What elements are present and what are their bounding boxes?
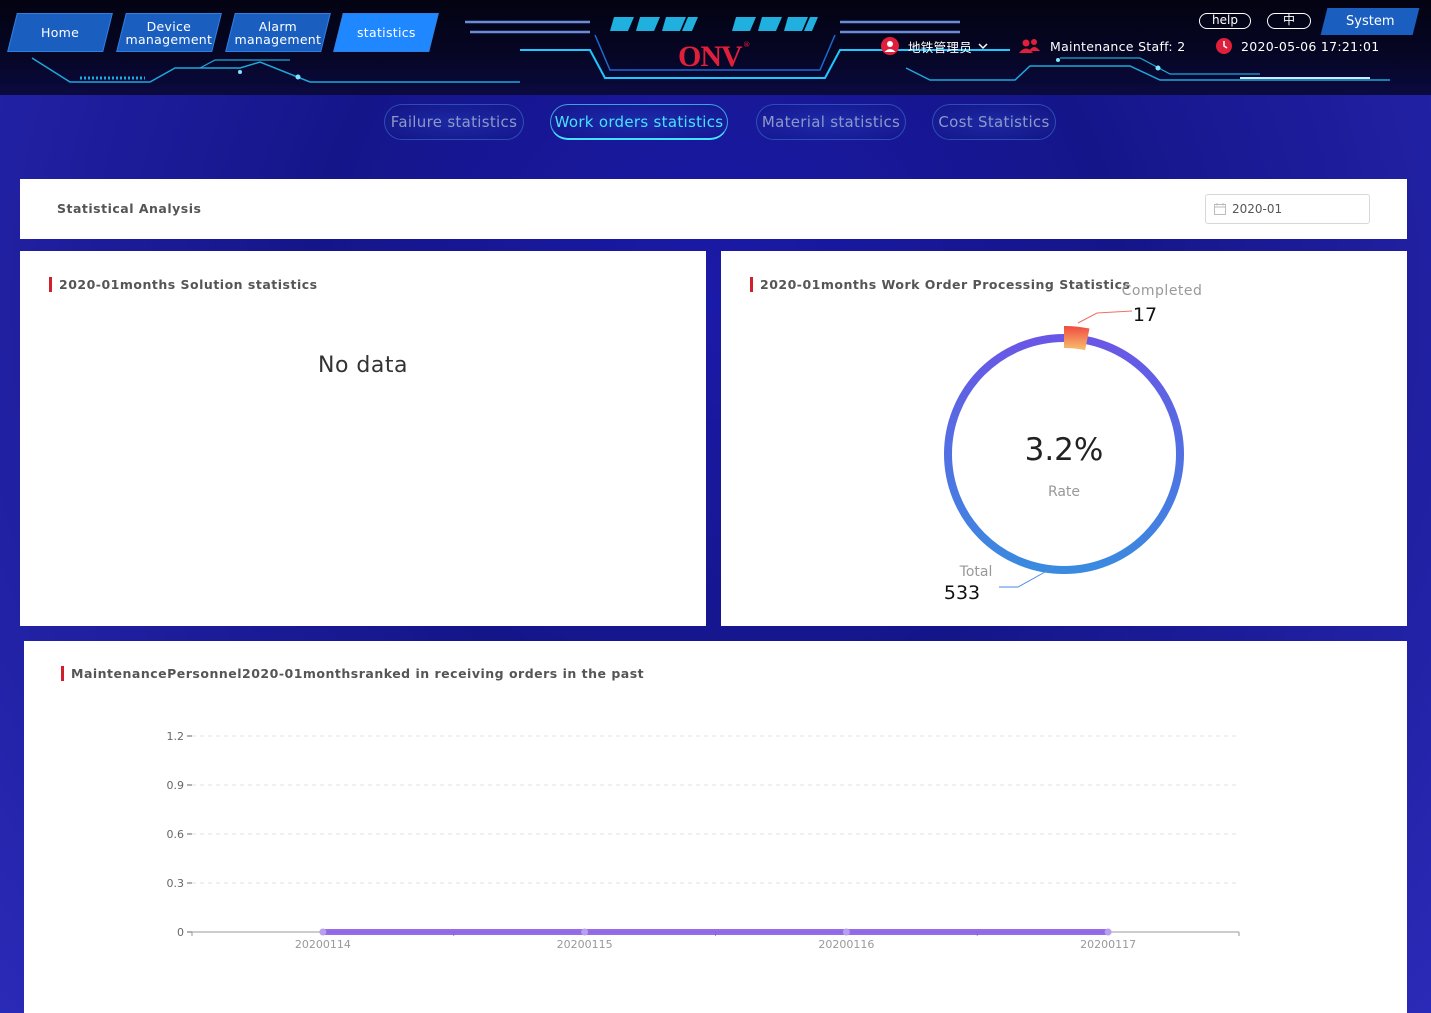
total-label: Total	[959, 564, 993, 580]
nav-tab-label: Device management	[125, 18, 213, 47]
nav-tab-alarm-management[interactable]: Alarm management	[225, 13, 331, 52]
data-point[interactable]	[319, 928, 327, 936]
staff-count: Maintenance Staff: 2	[1050, 38, 1186, 54]
data-point[interactable]	[581, 928, 589, 936]
user-icon	[881, 37, 899, 55]
x-tick-label: 20200117	[1080, 938, 1136, 951]
solution-statistics-panel: 2020-01months Solution statistics No dat…	[20, 251, 706, 626]
subtab-label: Cost Statistics	[938, 113, 1050, 131]
personnel-ranking-panel: MaintenancePersonnel2020-01monthsranked …	[24, 641, 1407, 1013]
subtab-label: Failure statistics	[390, 113, 518, 131]
datetime-display: 2020-05-06 17:21:01	[1215, 37, 1379, 55]
x-tick-label: 20200114	[295, 938, 351, 951]
system-button[interactable]: System	[1320, 8, 1420, 35]
x-tick-label: 20200116	[818, 938, 874, 951]
nav-tab-label: Home	[40, 25, 80, 40]
slice-completed	[1064, 326, 1090, 351]
y-tick-label: 1.2	[167, 730, 185, 743]
panel-title: 2020-01months Solution statistics	[49, 277, 318, 292]
chevron-down-icon	[978, 43, 988, 50]
subtab-work-orders-statistics[interactable]: Work orders statistics	[550, 104, 728, 140]
language-button[interactable]: 中	[1267, 13, 1311, 29]
subtab-cost-statistics[interactable]: Cost Statistics	[932, 104, 1056, 140]
staff-icon	[1019, 39, 1040, 53]
nav-tab-label: Alarm management	[234, 18, 322, 47]
help-button[interactable]: help	[1199, 13, 1251, 29]
rate-label: Rate	[1048, 484, 1080, 500]
y-tick-label: 0.9	[167, 779, 185, 792]
month-picker-value: 2020-01	[1232, 202, 1283, 216]
logo-mark: ®	[743, 40, 750, 49]
work-order-statistics-panel: 2020-01months Work Order Processing Stat…	[721, 251, 1407, 626]
total-value: 533	[944, 582, 980, 604]
y-tick-label: 0.3	[167, 877, 185, 890]
month-picker[interactable]: 2020-01	[1205, 194, 1370, 224]
brand-logo: ONV ®	[678, 40, 750, 74]
nav-tab-device-management[interactable]: Device management	[116, 13, 222, 52]
data-point[interactable]	[842, 928, 850, 936]
system-button-label: System	[1345, 14, 1395, 29]
data-point[interactable]	[1104, 928, 1112, 936]
maintenance-staff: Maintenance Staff: 2	[1018, 37, 1185, 55]
x-tick-label: 20200115	[557, 938, 613, 951]
completed-label: Completed	[1122, 283, 1203, 299]
completed-leader-line	[1077, 310, 1133, 324]
line-chart: 0 0.3 0.6 0.9 1.2 20200114 20200115 20200116 202…	[167, 730, 1240, 951]
user-name: 地铁管理员	[908, 39, 973, 55]
donut-chart: Completed 17 3.2% Rate Total 533	[944, 283, 1203, 604]
subtab-label: Material statistics	[761, 113, 901, 131]
statistical-analysis-bar: Statistical Analysis	[20, 179, 1407, 239]
completed-value: 17	[1133, 304, 1157, 326]
y-tick-label: 0	[177, 926, 184, 939]
user-menu[interactable]: 地铁管理员	[880, 37, 989, 55]
subtab-failure-statistics[interactable]: Failure statistics	[384, 104, 524, 140]
datetime-text: 2020-05-06 17:21:01	[1241, 38, 1380, 54]
nav-tab-label: statistics	[356, 25, 416, 40]
rate-value: 3.2%	[1025, 432, 1104, 468]
clock-icon	[1216, 38, 1232, 54]
nav-tab-home[interactable]: Home	[7, 13, 113, 52]
logo-text: ONV	[678, 40, 743, 73]
subtab-label: Work orders statistics	[554, 112, 724, 131]
analysis-title: Statistical Analysis	[57, 201, 202, 216]
empty-state-text: No data	[318, 353, 408, 378]
nav-tab-statistics[interactable]: statistics	[333, 13, 439, 52]
subtab-material-statistics[interactable]: Material statistics	[756, 104, 906, 140]
calendar-icon	[1214, 203, 1226, 215]
y-tick-label: 0.6	[167, 828, 185, 841]
